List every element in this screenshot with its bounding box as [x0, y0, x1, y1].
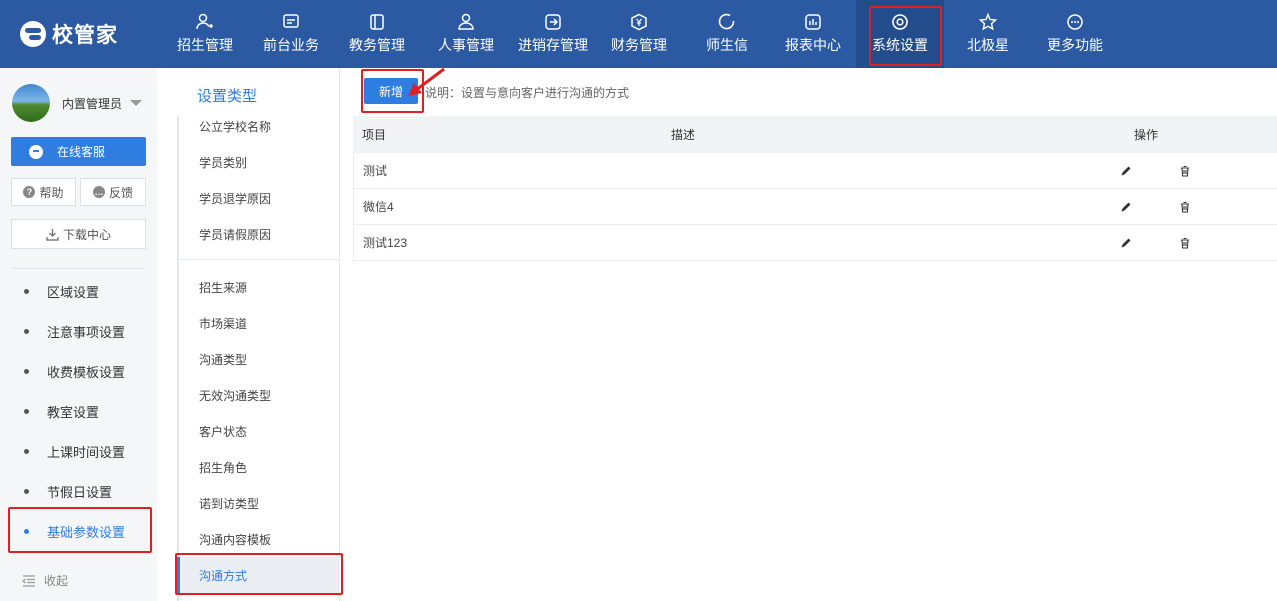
left-sidebar: 内置管理员 在线客服 ? 帮助 … 反馈 下载中心 区域设置 注意事项设置 收费…	[0, 68, 157, 601]
type-item[interactable]: 学员请假原因	[179, 216, 340, 252]
table-header: 项目 描述 操作	[353, 116, 1277, 153]
feedback-button[interactable]: … 反馈	[80, 178, 146, 206]
type-item[interactable]: 学员类别	[179, 144, 340, 180]
trash-icon[interactable]	[1178, 200, 1192, 214]
trash-icon[interactable]	[1178, 236, 1192, 250]
divider	[11, 268, 146, 269]
edit-icon[interactable]	[1119, 200, 1133, 214]
monitor-icon	[282, 13, 300, 31]
type-item[interactable]: 学员退学原因	[179, 180, 340, 216]
sidebar-item-fee-template[interactable]: 收费模板设置	[0, 351, 157, 391]
edit-icon[interactable]	[1119, 164, 1133, 178]
sidebar-item-class-time[interactable]: 上课时间设置	[0, 431, 157, 471]
table-row: 测试	[353, 153, 1277, 189]
description-note: 说明：设置与意向客户进行沟通的方式	[425, 86, 630, 100]
chevron-down-icon	[130, 100, 143, 106]
edit-icon[interactable]	[1119, 236, 1133, 250]
logo-icon	[20, 21, 46, 47]
sidebar-item-classroom[interactable]: 教室设置	[0, 391, 157, 431]
nav-item-polaris[interactable]: 北极星	[944, 0, 1032, 68]
trash-icon[interactable]	[1178, 164, 1192, 178]
logo-text: 校管家	[52, 24, 118, 47]
main-content: 新增 说明：设置与意向客户进行沟通的方式 项目 描述 操作 测试 微信4 测试1…	[341, 68, 1277, 601]
column-header-description: 描述	[671, 128, 696, 142]
help-button[interactable]: ? 帮助	[11, 178, 76, 206]
type-item[interactable]: 招生角色	[179, 449, 340, 485]
nav-item-enrollment[interactable]: 招生管理	[162, 0, 248, 68]
nav-item-hr[interactable]: 人事管理	[420, 0, 512, 68]
cell-item: 测试	[363, 164, 388, 178]
column-header-actions: 操作	[1134, 128, 1159, 142]
type-item[interactable]: 沟通类型	[179, 341, 340, 377]
nav-item-academic[interactable]: 教务管理	[334, 0, 420, 68]
download-icon	[46, 228, 59, 241]
more-icon	[1066, 13, 1084, 31]
nav-item-reports[interactable]: 报表中心	[770, 0, 856, 68]
type-item[interactable]: 公立学校名称	[179, 108, 340, 144]
annotation-arrow-icon	[408, 67, 445, 96]
type-item[interactable]: 市场渠道	[179, 305, 340, 341]
table-row: 微信4	[353, 189, 1277, 225]
avatar	[12, 84, 50, 122]
question-icon: ?	[23, 186, 36, 198]
table-row: 测试123	[353, 225, 1277, 261]
feedback-icon: …	[92, 186, 105, 198]
top-navbar: 校管家 招生管理 前台业务 教务管理 人事管理 进销存管理 财务管理 师生信 报…	[0, 0, 1277, 68]
type-item[interactable]: 客户状态	[179, 413, 340, 449]
user-add-icon	[196, 13, 214, 31]
sidebar-item-basic-params[interactable]: 基础参数设置	[0, 511, 157, 551]
nav-item-finance[interactable]: 财务管理	[594, 0, 684, 68]
nav-item-more[interactable]: 更多功能	[1032, 0, 1118, 68]
cell-item: 测试123	[363, 236, 408, 250]
column-header-item: 项目	[362, 128, 387, 142]
chat-icon	[29, 144, 43, 159]
user-name: 内置管理员	[62, 96, 123, 111]
divider	[179, 259, 340, 260]
person-icon	[457, 13, 475, 31]
cell-item: 微信4	[363, 200, 394, 214]
type-item[interactable]: 诺到访类型	[179, 485, 340, 521]
type-item[interactable]: 招生来源	[179, 269, 340, 305]
sidebar-item-notices[interactable]: 注意事项设置	[0, 311, 157, 351]
nav-item-system-settings[interactable]: 系统设置	[856, 0, 944, 68]
data-table: 项目 描述 操作 测试 微信4 测试123	[353, 116, 1277, 261]
sidebar-item-holidays[interactable]: 节假日设置	[0, 471, 157, 511]
circle-icon	[718, 13, 736, 31]
nav-item-messages[interactable]: 师生信	[684, 0, 770, 68]
gear-icon	[891, 13, 909, 31]
sidebar-item-region[interactable]: 区域设置	[0, 271, 157, 311]
collapse-button[interactable]: 收起	[22, 572, 68, 589]
type-item[interactable]: 沟通内容模板	[179, 521, 340, 557]
nav-item-frontdesk[interactable]: 前台业务	[248, 0, 334, 68]
settings-type-panel: 设置类型 公立学校名称 学员类别 学员退学原因 学员请假原因 招生来源 市场渠道…	[157, 68, 340, 601]
login-icon	[544, 13, 562, 31]
app-logo[interactable]: 校管家	[0, 0, 160, 68]
star-icon	[979, 13, 997, 31]
online-service-button[interactable]: 在线客服	[11, 137, 146, 166]
panel-title: 设置类型	[197, 88, 258, 105]
user-menu[interactable]: 内置管理员	[12, 84, 143, 122]
chart-icon	[804, 13, 822, 31]
collapse-icon	[22, 574, 35, 587]
download-center-button[interactable]: 下载中心	[11, 219, 146, 249]
yuan-icon	[630, 13, 648, 31]
nav-item-inventory[interactable]: 进销存管理	[512, 0, 594, 68]
type-item-communication-method[interactable]: 沟通方式	[177, 557, 340, 593]
book-icon	[368, 13, 386, 31]
type-item[interactable]: 无效沟通类型	[179, 377, 340, 413]
